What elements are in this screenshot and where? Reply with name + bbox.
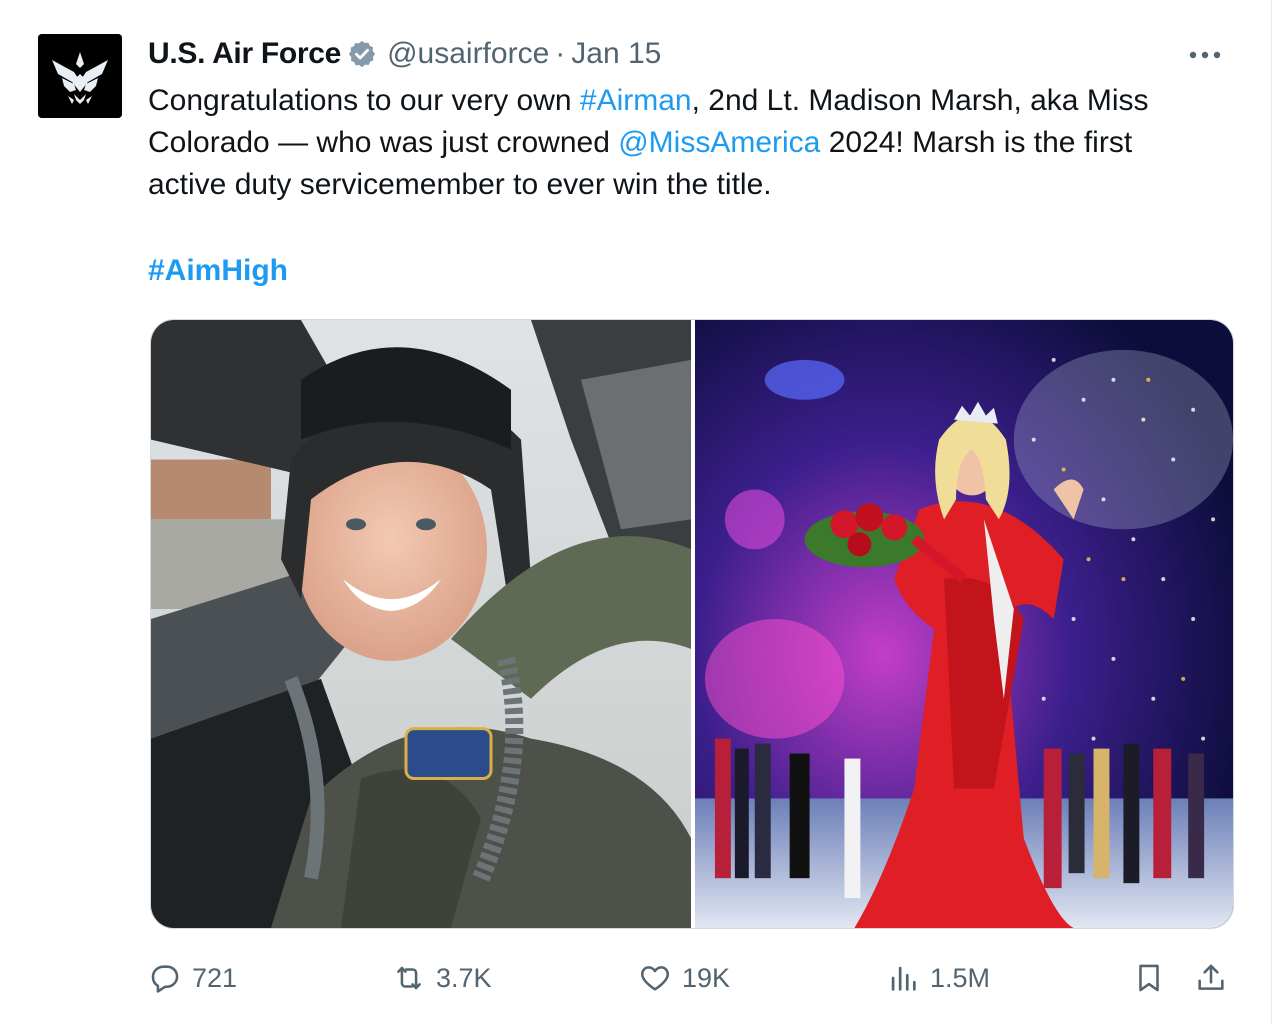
mention-missamerica-link[interactable]: @MissAmerica	[618, 126, 820, 159]
photo-miss-america-crowning	[695, 320, 1233, 928]
more-options-button[interactable]	[1185, 40, 1225, 70]
separator-dot: ·	[555, 37, 566, 70]
views-chart-icon	[891, 966, 916, 991]
share-icon	[1198, 964, 1224, 990]
hashtag-airman-link[interactable]: #Airman	[580, 84, 692, 117]
tweet-header: U.S. Air Force @usairforce · Jan 15	[148, 34, 661, 74]
hashtag-aimhigh-link[interactable]: #AimHigh	[148, 254, 288, 287]
tweet-text-line-3: active duty servicemember to ever win th…	[148, 168, 772, 201]
views-button[interactable]: 1.5M	[886, 961, 990, 995]
reply-count: 721	[192, 962, 238, 993]
retweet-count: 3.7K	[436, 962, 492, 993]
reply-button[interactable]: 721	[148, 961, 237, 995]
views-count: 1.5M	[930, 962, 991, 993]
reply-icon	[151, 965, 179, 993]
avatar[interactable]	[38, 34, 122, 118]
tweet-text: Congratulations to our very own #Airman,…	[148, 80, 1248, 206]
text-segment: Colorado — who was just crowned	[148, 126, 619, 159]
heart-icon	[640, 966, 670, 991]
tweet-date[interactable]: Jan 15	[571, 37, 661, 71]
tweet-card[interactable]: U.S. Air Force @usairforce · Jan 15 Cong…	[0, 0, 1272, 1024]
like-count: 19K	[682, 962, 731, 993]
author-handle[interactable]: @usairforce	[387, 37, 549, 71]
author-name[interactable]: U.S. Air Force	[148, 37, 341, 71]
more-dots-icon	[1189, 51, 1221, 59]
hashtag-aimhigh-row: #AimHigh	[148, 250, 288, 292]
bookmark-icon	[1139, 964, 1159, 992]
air-force-wings-icon	[38, 34, 122, 118]
tweet-text-line-2: Colorado — who was just crowned @MissAme…	[148, 122, 1248, 164]
media-grid	[150, 319, 1234, 929]
photo-pilot-in-cockpit	[151, 320, 691, 928]
retweet-button[interactable]: 3.7K	[392, 961, 492, 995]
verified-badge-icon	[348, 40, 376, 68]
like-button[interactable]: 19K	[638, 961, 730, 995]
media-photo-pilot[interactable]	[151, 320, 691, 928]
text-segment: 2024! Marsh is the first	[820, 126, 1133, 159]
media-photo-crowning[interactable]	[695, 320, 1233, 928]
text-segment: Congratulations to our very own	[148, 84, 580, 117]
share-button[interactable]	[1194, 961, 1228, 995]
text-segment: , 2nd Lt. Madison Marsh, aka Miss	[691, 84, 1149, 117]
retweet-icon	[397, 966, 421, 990]
tweet-actions-bar: 721 3.7K 19K 1.5M	[148, 955, 1238, 1001]
bookmark-button[interactable]	[1132, 961, 1166, 995]
tweet-text-line-1: Congratulations to our very own #Airman,…	[148, 80, 1248, 122]
